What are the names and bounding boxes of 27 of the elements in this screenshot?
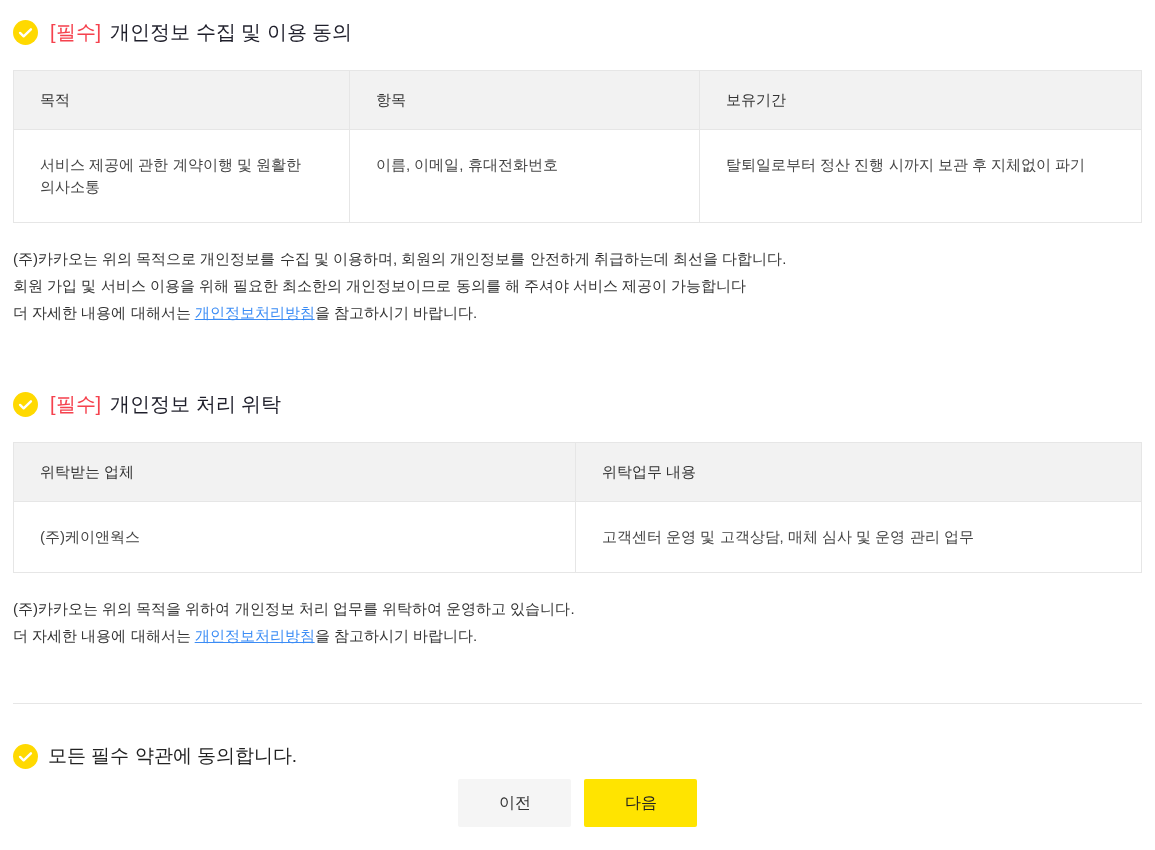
column-header: 항목 bbox=[349, 71, 699, 129]
column-header: 위탁받는 업체 bbox=[39, 461, 136, 482]
next-button[interactable]: 다음 bbox=[584, 779, 697, 827]
section-title: 개인정보 수집 및 이용 동의 bbox=[110, 20, 353, 45]
table-cell-text: 서비스 제공에 관한 계약이행 및 원활한 의사소통 bbox=[39, 155, 302, 197]
column-header: 위탁업무 내용 bbox=[575, 443, 1141, 501]
table-cell: 이름, 이메일, 휴대전화번호 bbox=[349, 130, 699, 222]
check-circle-icon[interactable] bbox=[13, 391, 38, 417]
table-cell-text: (주)케이앤웍스 bbox=[39, 527, 141, 547]
check-circle-icon[interactable] bbox=[13, 19, 38, 45]
table-cell: 고객센터 운영 및 고객상담, 매체 심사 및 운영 관리 업무 bbox=[575, 502, 1141, 572]
table-cell: 탈퇴일로부터 정산 진행 시까지 보관 후 지체없이 파기 bbox=[699, 130, 1141, 222]
notice-text: (주)카카오는 위의 목적을 위하여 개인정보 처리 업무를 위탁하여 운영하고 있습니다. bbox=[13, 599, 576, 619]
privacy-policy-link[interactable]: 개인정보처리방침 bbox=[194, 627, 315, 644]
column-header: 목적 bbox=[39, 89, 71, 110]
required-tag: [필수] bbox=[50, 17, 102, 47]
column-header: 보유기간 bbox=[699, 71, 1141, 129]
required-tag: [필수] bbox=[50, 389, 102, 419]
privacy-policy-link[interactable]: 개인정보처리방침 bbox=[194, 304, 315, 321]
notice-text: 더 자세한 내용에 대해서는 개인정보처리방침을 참고하시기 바랍니다. bbox=[13, 626, 479, 646]
notice-text: 더 자세한 내용에 대해서는 개인정보처리방침을 참고하시기 바랍니다. bbox=[13, 303, 479, 323]
section-title: 개인정보 처리 위탁 bbox=[110, 392, 282, 417]
previous-button[interactable]: 이전 bbox=[458, 779, 571, 827]
agree-all-label: 모든 필수 약관에 동의합니다. bbox=[48, 743, 298, 768]
notice-text: 회원 가입 및 서비스 이용을 위해 필요한 최소한의 개인정보이므로 동의를 해 주셔야 서비스 제공이 가능합니다 bbox=[13, 276, 748, 296]
notice-text: (주)카카오는 위의 목적으로 개인정보를 수집 및 이용하며, 회원의 개인정보를 안전하게 취급하는데 최선을 다합니다. bbox=[13, 249, 788, 269]
check-circle-icon[interactable] bbox=[13, 743, 38, 769]
